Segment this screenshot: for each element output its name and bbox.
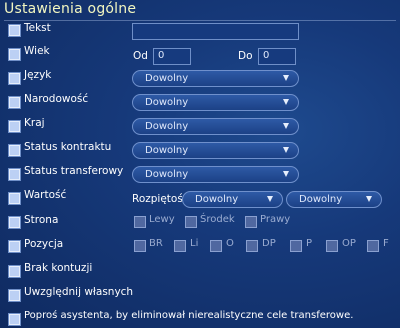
text-filter-checkbox[interactable] (8, 24, 21, 37)
position-o-label: O (226, 238, 234, 249)
position-p-checkbox[interactable] (290, 240, 302, 252)
age-from-label: Od (133, 50, 148, 62)
include-own-label: Uwzględnij własnych (24, 286, 134, 298)
age-filter-label: Wiek (24, 45, 50, 57)
value-filter-checkbox[interactable] (8, 192, 21, 205)
country-filter-label: Kraj (24, 117, 45, 129)
language-filter-label: Język (24, 69, 52, 81)
side-center-label: Środek (200, 214, 235, 225)
position-li-checkbox[interactable] (174, 240, 186, 252)
position-br-label: BR (149, 238, 163, 249)
language-dropdown[interactable]: Dowolny (132, 70, 299, 87)
country-dropdown[interactable]: Dowolny (132, 118, 299, 135)
side-left-label: Lewy (149, 214, 175, 225)
position-filter-checkbox[interactable] (8, 240, 21, 253)
age-to-label: Do (238, 50, 253, 62)
nationality-dropdown[interactable]: Dowolny (132, 94, 299, 111)
side-left-checkbox[interactable] (134, 216, 146, 228)
age-from-input[interactable]: 0 (153, 48, 191, 65)
chevron-down-icon (366, 196, 372, 202)
transfer-status-dropdown-value: Dowolny (145, 169, 189, 180)
position-f-checkbox[interactable] (367, 240, 379, 252)
side-filter-label: Strona (24, 214, 59, 226)
contract-status-dropdown[interactable]: Dowolny (132, 142, 299, 159)
side-right-checkbox[interactable] (245, 216, 257, 228)
side-center-checkbox[interactable] (185, 216, 197, 228)
chevron-down-icon (283, 123, 289, 129)
chevron-down-icon (283, 147, 289, 153)
language-filter-checkbox[interactable] (8, 72, 21, 85)
age-to-input[interactable]: 0 (258, 48, 296, 65)
value-range-label: Rozpiętość (132, 193, 189, 205)
position-p-label: P (306, 238, 313, 249)
position-li-label: Li (190, 238, 199, 249)
chevron-down-icon (283, 171, 289, 177)
value-to-dropdown-value: Dowolny (299, 194, 343, 205)
contract-status-checkbox[interactable] (8, 144, 21, 157)
position-f-label: F (383, 238, 389, 249)
position-br-checkbox[interactable] (134, 240, 146, 252)
general-settings-panel: Ustawienia ogólne Tekst Wiek Od 0 Do 0 J… (0, 0, 400, 328)
contract-status-label: Status kontraktu (24, 141, 112, 153)
language-dropdown-value: Dowolny (145, 73, 189, 84)
position-dp-label: DP (262, 238, 276, 249)
side-right-label: Prawy (260, 214, 291, 225)
transfer-status-checkbox[interactable] (8, 168, 21, 181)
value-to-dropdown[interactable]: Dowolny (286, 191, 382, 208)
position-dp-checkbox[interactable] (246, 240, 258, 252)
position-o-checkbox[interactable] (210, 240, 222, 252)
no-injuries-checkbox[interactable] (8, 265, 21, 278)
text-filter-input[interactable] (132, 23, 299, 40)
transfer-status-label: Status transferowy (24, 165, 124, 177)
panel-title: Ustawienia ogólne (4, 1, 137, 17)
assistant-label: Poproś asystenta, by eliminował niereali… (24, 310, 354, 321)
include-own-checkbox[interactable] (8, 289, 21, 302)
text-filter-label: Tekst (24, 22, 51, 34)
position-op-checkbox[interactable] (326, 240, 338, 252)
position-filter-label: Pozycja (24, 238, 64, 250)
chevron-down-icon (283, 75, 289, 81)
value-from-dropdown[interactable]: Dowolny (182, 191, 283, 208)
transfer-status-dropdown[interactable]: Dowolny (132, 166, 299, 183)
title-divider (4, 20, 396, 21)
contract-status-dropdown-value: Dowolny (145, 145, 189, 156)
side-filter-checkbox[interactable] (8, 216, 21, 229)
country-dropdown-value: Dowolny (145, 121, 189, 132)
position-op-label: OP (342, 238, 356, 249)
chevron-down-icon (267, 196, 273, 202)
value-filter-label: Wartość (24, 189, 67, 201)
country-filter-checkbox[interactable] (8, 120, 21, 133)
value-from-dropdown-value: Dowolny (195, 194, 239, 205)
nationality-filter-checkbox[interactable] (8, 96, 21, 109)
no-injuries-label: Brak kontuzji (24, 262, 93, 274)
nationality-dropdown-value: Dowolny (145, 97, 189, 108)
chevron-down-icon (283, 99, 289, 105)
nationality-filter-label: Narodowość (24, 93, 89, 105)
assistant-checkbox[interactable] (8, 313, 21, 326)
age-filter-checkbox[interactable] (8, 48, 21, 61)
